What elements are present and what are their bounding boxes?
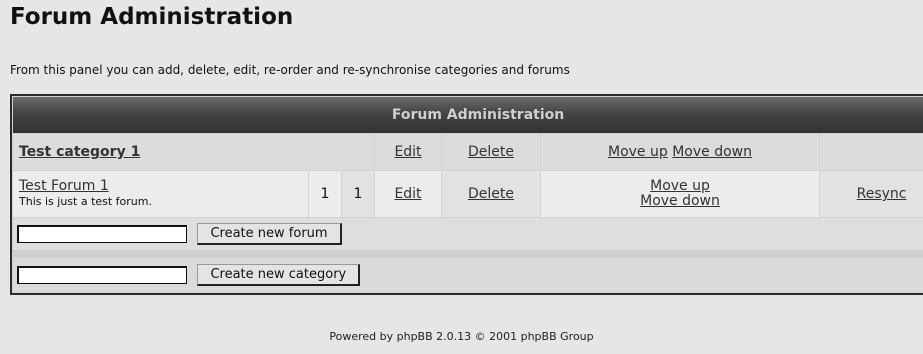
create-forum-button[interactable]: Create new forum bbox=[197, 223, 342, 245]
forum-posts-count: 1 bbox=[342, 171, 374, 217]
create-forum-row: Create new forum bbox=[13, 218, 923, 250]
forum-row: Test Forum 1 This is just a test forum. … bbox=[13, 171, 923, 217]
new-forum-name-input[interactable] bbox=[17, 225, 187, 243]
forum-name-link[interactable]: Test Forum 1 bbox=[19, 178, 109, 194]
category-move-down-link[interactable]: Move down bbox=[672, 144, 752, 160]
category-row: Test category 1 Edit Delete Move up Move… bbox=[13, 134, 923, 170]
forum-admin-table: Forum Administration Test category 1 Edi… bbox=[12, 96, 923, 293]
table-header: Forum Administration bbox=[13, 97, 923, 133]
forum-description: This is just a test forum. bbox=[19, 195, 152, 208]
forum-move-down-link[interactable]: Move down bbox=[640, 193, 720, 209]
forum-admin-panel: Forum Administration Test category 1 Edi… bbox=[10, 94, 923, 295]
row-separator bbox=[13, 251, 923, 257]
category-name-link[interactable]: Test category 1 bbox=[19, 144, 140, 160]
footer-credit: Powered by phpBB 2.0.13 © 2001 phpBB Gro… bbox=[329, 330, 594, 343]
category-delete-link[interactable]: Delete bbox=[468, 144, 514, 160]
create-category-button[interactable]: Create new category bbox=[197, 264, 361, 286]
category-move-up-link[interactable]: Move up bbox=[608, 144, 668, 160]
new-category-name-input[interactable] bbox=[17, 266, 187, 284]
forum-delete-link[interactable]: Delete bbox=[468, 186, 514, 202]
page-intro: From this panel you can add, delete, edi… bbox=[10, 63, 570, 77]
forum-move-up-link[interactable]: Move up bbox=[650, 178, 710, 194]
create-category-row: Create new category bbox=[13, 258, 923, 292]
forum-topics-count: 1 bbox=[309, 171, 341, 217]
category-edit-link[interactable]: Edit bbox=[394, 144, 421, 160]
forum-edit-link[interactable]: Edit bbox=[394, 186, 421, 202]
page-title: Forum Administration bbox=[10, 4, 294, 30]
forum-resync-link[interactable]: Resync bbox=[857, 186, 907, 202]
